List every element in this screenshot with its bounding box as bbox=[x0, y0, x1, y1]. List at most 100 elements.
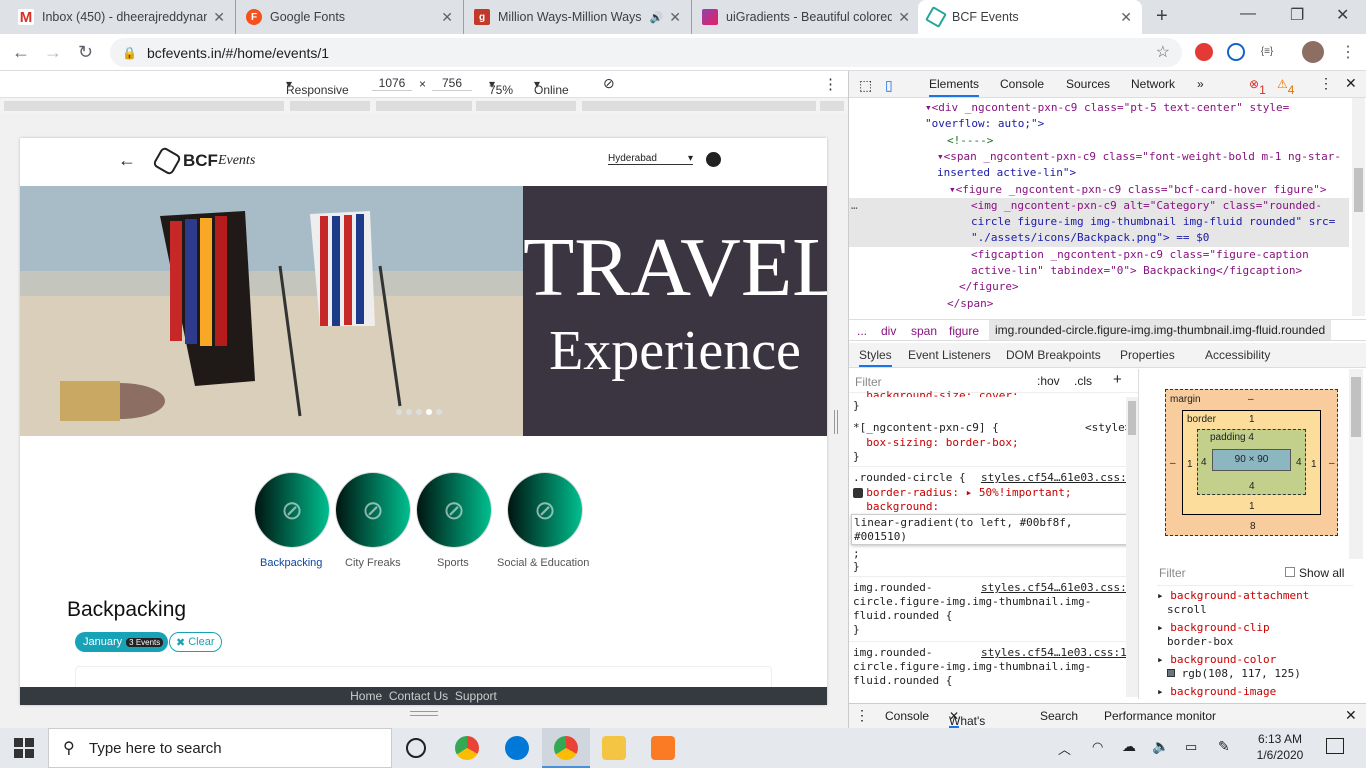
padding-box[interactable]: padding 4 4 4 4 90 × 90 bbox=[1197, 429, 1306, 495]
category-label[interactable]: Sports bbox=[437, 557, 469, 569]
chevron-up-icon[interactable]: ︿ bbox=[1058, 739, 1071, 758]
dom-node[interactable]: ▾<figure _ngcontent-pxn-c9 class="bcf-ca… bbox=[949, 182, 1327, 198]
style-declaration[interactable]: box-sizing: border-box; bbox=[853, 436, 1018, 450]
dom-node-selected[interactable]: circle figure-img img-thumbnail img-flui… bbox=[971, 214, 1335, 230]
block-extension-icon[interactable] bbox=[1227, 43, 1245, 61]
close-icon[interactable]: ✕ bbox=[1120, 9, 1132, 26]
avatar[interactable] bbox=[1302, 41, 1324, 63]
tab-sources[interactable]: Sources bbox=[1066, 77, 1110, 91]
footer-link-support[interactable]: Support bbox=[455, 689, 497, 703]
audio-icon[interactable]: 🔊 bbox=[650, 11, 664, 24]
minimize-icon[interactable]: — bbox=[1240, 5, 1256, 23]
dom-node[interactable]: </figure> bbox=[959, 279, 1019, 295]
style-selector[interactable]: .rounded-circle { bbox=[853, 471, 966, 485]
xampp-icon[interactable] bbox=[651, 736, 675, 760]
dom-node[interactable]: </span> bbox=[947, 296, 993, 312]
error-count[interactable]: ⊗ 1 bbox=[1249, 77, 1266, 97]
reload-icon[interactable]: ↻ bbox=[78, 42, 93, 63]
resize-handle[interactable] bbox=[410, 711, 438, 716]
cloud-icon[interactable]: ☁ bbox=[1122, 738, 1136, 755]
tab-styles[interactable]: Styles bbox=[859, 348, 892, 367]
new-tab-button[interactable]: + bbox=[1156, 5, 1168, 28]
computed-property[interactable]: ▸ background-image bbox=[1157, 685, 1276, 699]
chrome-icon[interactable] bbox=[455, 736, 479, 760]
style-value-editor[interactable]: linear-gradient(to left, #00bf8f, #00151… bbox=[851, 514, 1131, 545]
computed-filter-input[interactable]: Filter bbox=[1159, 566, 1186, 580]
category-backpacking[interactable]: ⊘ bbox=[255, 473, 329, 547]
style-source[interactable]: <style> bbox=[1085, 421, 1131, 435]
tab-bcf-events[interactable]: BCF Events ✕ bbox=[918, 0, 1142, 34]
cls-toggle[interactable]: .cls bbox=[1074, 374, 1092, 388]
style-selector[interactable]: img.rounded- bbox=[853, 581, 932, 595]
breadcrumb-item[interactable]: div bbox=[881, 324, 896, 338]
close-icon[interactable]: ✕ bbox=[213, 9, 225, 26]
carousel-dot[interactable] bbox=[416, 409, 422, 415]
inspect-icon[interactable]: ⬚ bbox=[859, 77, 872, 94]
category-label[interactable]: Social & Education bbox=[497, 557, 589, 569]
style-selector[interactable]: *[_ngcontent-pxn-c9] { bbox=[853, 421, 999, 435]
height-input[interactable]: 756 bbox=[432, 76, 472, 91]
ruler-segment[interactable] bbox=[820, 101, 844, 111]
task-view-icon[interactable] bbox=[406, 738, 426, 758]
tab-properties[interactable]: Properties bbox=[1120, 348, 1175, 362]
dom-node[interactable]: "overflow: auto;"> bbox=[925, 116, 1044, 132]
star-icon[interactable]: ☆ bbox=[1156, 42, 1170, 62]
dom-node-selected[interactable]: <img _ngcontent-pxn-c9 alt="Category" cl… bbox=[971, 198, 1322, 214]
device-toggle-icon[interactable]: ▯ bbox=[885, 77, 893, 94]
close-icon[interactable]: ✕ bbox=[1345, 707, 1357, 724]
dom-node[interactable]: ▾<div _ngcontent-pxn-c9 class="pt-5 text… bbox=[925, 100, 1289, 116]
battery-icon[interactable]: ▭ bbox=[1185, 739, 1197, 755]
clock[interactable]: 6:13 AM 1/6/2020 bbox=[1250, 731, 1310, 763]
address-bar[interactable]: 🔒 bcfevents.in/#/home/events/1 ☆ bbox=[110, 38, 1182, 67]
tab-accessibility[interactable]: Accessibility bbox=[1205, 348, 1270, 362]
style-selector[interactable]: fluid.rounded { bbox=[853, 609, 952, 623]
drawer-tab-whats-new[interactable]: What's New ✕ bbox=[949, 709, 985, 742]
more-options-icon[interactable]: ⋮ bbox=[823, 75, 838, 93]
throttle-select[interactable]: Online ▾ bbox=[534, 77, 569, 97]
back-arrow-icon[interactable]: ← bbox=[118, 150, 136, 171]
computed-property[interactable]: ▸ background-clip bbox=[1157, 621, 1270, 635]
footer-link-home[interactable]: Home bbox=[350, 689, 382, 703]
close-icon[interactable]: ✕ bbox=[898, 9, 910, 26]
rotate-icon[interactable]: ⊘ bbox=[603, 75, 615, 92]
category-social-education[interactable]: ⊘ bbox=[508, 473, 582, 547]
tab-dom-breakpoints[interactable]: DOM Breakpoints bbox=[1006, 348, 1101, 362]
breadcrumb-item[interactable]: ... bbox=[857, 324, 867, 338]
scrollbar[interactable] bbox=[1349, 369, 1363, 559]
show-all-checkbox[interactable] bbox=[1285, 567, 1295, 577]
file-explorer-icon[interactable] bbox=[602, 736, 626, 760]
tab-uigradients[interactable]: uiGradients - Beautiful colored ✕ bbox=[692, 0, 920, 34]
tab-elements[interactable]: Elements bbox=[929, 77, 980, 97]
category-sports[interactable]: ⊘ bbox=[417, 473, 491, 547]
tab-network[interactable]: Network bbox=[1131, 77, 1175, 91]
style-selector[interactable]: circle.figure-img.img-thumbnail.img- bbox=[853, 595, 1091, 609]
back-icon[interactable]: ← bbox=[12, 42, 30, 63]
style-declaration[interactable]: border-radius: ▸ 50%!important; bbox=[853, 486, 1071, 500]
site-logo[interactable]: BCF Events bbox=[151, 145, 255, 177]
edge-icon[interactable] bbox=[505, 736, 529, 760]
zoom-select[interactable]: 75% ▾ bbox=[489, 77, 513, 97]
warning-count[interactable]: ⚠ 4 bbox=[1277, 77, 1294, 97]
style-source-link[interactable]: styles.cf54…61e03.css:8 bbox=[981, 581, 1133, 595]
ruler-segment[interactable] bbox=[4, 101, 284, 111]
styles-filter-input[interactable]: Filter bbox=[855, 375, 882, 389]
width-input[interactable]: 1076 bbox=[372, 76, 412, 91]
drawer-tab-performance-monitor[interactable]: Performance monitor bbox=[1104, 709, 1216, 723]
carousel-dot[interactable] bbox=[426, 409, 432, 415]
style-source-link[interactable]: styles.cf54…1e03.css:10 bbox=[981, 646, 1133, 660]
maximize-icon[interactable]: ❐ bbox=[1290, 5, 1304, 25]
resize-handle[interactable] bbox=[834, 410, 838, 434]
menu-icon[interactable]: ⋮ bbox=[1340, 42, 1356, 62]
dom-node[interactable]: active-lin" tabindex="0"> Backpacking</f… bbox=[971, 263, 1302, 279]
computed-property[interactable]: ▸ background-attachment bbox=[1157, 589, 1309, 603]
notification-icon[interactable] bbox=[1326, 738, 1344, 754]
content-box[interactable]: 90 × 90 bbox=[1212, 449, 1291, 471]
drawer-tab-search[interactable]: Search bbox=[1040, 709, 1078, 723]
style-declaration[interactable]: background-size: cover; bbox=[853, 389, 1018, 397]
close-window-icon[interactable]: ✕ bbox=[1336, 5, 1349, 25]
ruler-segment[interactable] bbox=[290, 101, 370, 111]
close-icon[interactable]: ✕ bbox=[669, 9, 681, 26]
close-icon[interactable]: ✕ bbox=[441, 9, 453, 26]
carousel-dot[interactable] bbox=[406, 409, 412, 415]
breadcrumb-item-selected[interactable]: img.rounded-circle.figure-img.img-thumbn… bbox=[989, 320, 1332, 340]
